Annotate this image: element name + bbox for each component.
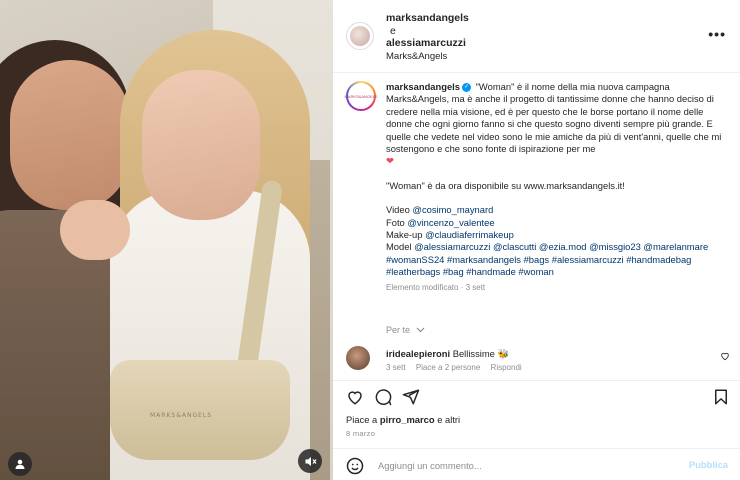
comment-reply-button[interactable]: Rispondi <box>491 363 522 372</box>
caption-available-suffix: ! <box>622 179 625 191</box>
post-header: marksandangels e alessiamarcuzzi Marks&A… <box>333 0 740 73</box>
woman-right-face <box>142 70 260 220</box>
caption-meta: Elemento modificato · 3 sett <box>386 282 486 292</box>
bookmark-icon[interactable] <box>711 387 731 407</box>
caption-avatar[interactable]: MARKS&ANGELS <box>344 81 378 111</box>
makeup-label: Make-up <box>386 229 426 241</box>
more-horizontal-icon[interactable]: ••• <box>708 26 726 42</box>
comment-icon[interactable] <box>373 387 393 407</box>
verified-badge-icon: ✓ <box>462 83 471 93</box>
caption-site: www.marksandangels.it <box>523 179 623 191</box>
caption: MARKS&ANGELS marksandangels ✓ "Woman" è i… <box>333 73 740 339</box>
share-icon[interactable] <box>401 387 421 407</box>
foto-handle-link[interactable]: @vincenzo_valentee <box>407 217 494 228</box>
header-avatar-image <box>350 26 370 46</box>
caption-text: marksandangels ✓ "Woman" è il nome della … <box>386 81 731 294</box>
action-bar <box>333 380 740 410</box>
makeup-handle-link[interactable]: @claudiaferrimakeup <box>425 229 514 240</box>
likes-user[interactable]: pirro_marco <box>380 414 435 425</box>
caption-available: "Woman" è da ora disponibile su <box>386 179 524 191</box>
comment-avatar[interactable] <box>346 346 370 370</box>
likes-suffix: e altri <box>434 414 461 425</box>
post-date: 8 marzo <box>346 429 376 438</box>
for-you-label: Per te <box>386 325 411 335</box>
woman-left-face <box>10 60 130 210</box>
video-label: Video <box>386 204 413 216</box>
likes-summary[interactable]: Piace a pirro_marco e altri <box>346 414 460 425</box>
for-you-toggle[interactable]: Per te <box>386 325 425 335</box>
add-comment-bar: Pubblica <box>333 448 740 480</box>
comment-text: iridealepieroni Bellissime 🐝 <box>386 348 509 360</box>
publish-button[interactable]: Pubblica <box>689 459 728 470</box>
header-user1[interactable]: marksandangels <box>386 12 469 25</box>
red-heart-emoji: ❤ <box>386 155 394 167</box>
comment-row: iridealepieroni Bellissime 🐝 3 sett Piac… <box>333 343 740 379</box>
header-conj: e <box>390 24 396 37</box>
caption-avatar-logo: MARKS&ANGELS <box>344 83 378 109</box>
comment-time: 3 sett <box>386 363 406 372</box>
post-media[interactable]: MARKS&ANGELS <box>0 0 333 480</box>
comment-body: Bellissime 🐝 <box>450 348 510 359</box>
comment-heart-icon[interactable] <box>720 351 730 364</box>
add-comment-input[interactable] <box>378 456 668 474</box>
header-subtitle[interactable]: Marks&Angels <box>386 51 469 64</box>
video-handle-link[interactable]: @cosimo_maynard <box>412 204 493 215</box>
likes-prefix: Piace a <box>346 414 380 425</box>
woman-left-hand <box>60 200 130 260</box>
user-tag-icon[interactable] <box>8 452 32 476</box>
comment-likes-button[interactable]: Piace a 2 persone <box>416 363 481 372</box>
post-panel: marksandangels e alessiamarcuzzi Marks&A… <box>333 0 740 480</box>
handbag <box>110 360 290 460</box>
emoji-icon[interactable] <box>346 457 364 475</box>
muted-speaker-icon[interactable] <box>298 449 322 473</box>
comment-meta: 3 sett Piace a 2 persone Rispondi <box>386 363 530 372</box>
heart-icon[interactable] <box>345 387 365 407</box>
header-user2[interactable]: alessiamarcuzzi <box>386 37 469 50</box>
caption-username[interactable]: marksandangels <box>386 81 460 92</box>
model-handles-link[interactable]: @alessiamarcuzzi @clascutti @ezia.mod @m… <box>414 241 708 252</box>
model-label: Model <box>386 241 415 253</box>
header-names: marksandangels e alessiamarcuzzi Marks&A… <box>386 12 469 63</box>
handbag-logo: MARKS&ANGELS <box>150 412 213 419</box>
foto-label: Foto <box>386 216 408 228</box>
comment-username[interactable]: iridealepieroni <box>386 348 450 359</box>
hashtags-link[interactable]: #womanSS24 #marksandangels #bags #alessi… <box>386 254 691 277</box>
header-avatar[interactable] <box>346 22 374 50</box>
chevron-down-icon <box>416 327 424 333</box>
